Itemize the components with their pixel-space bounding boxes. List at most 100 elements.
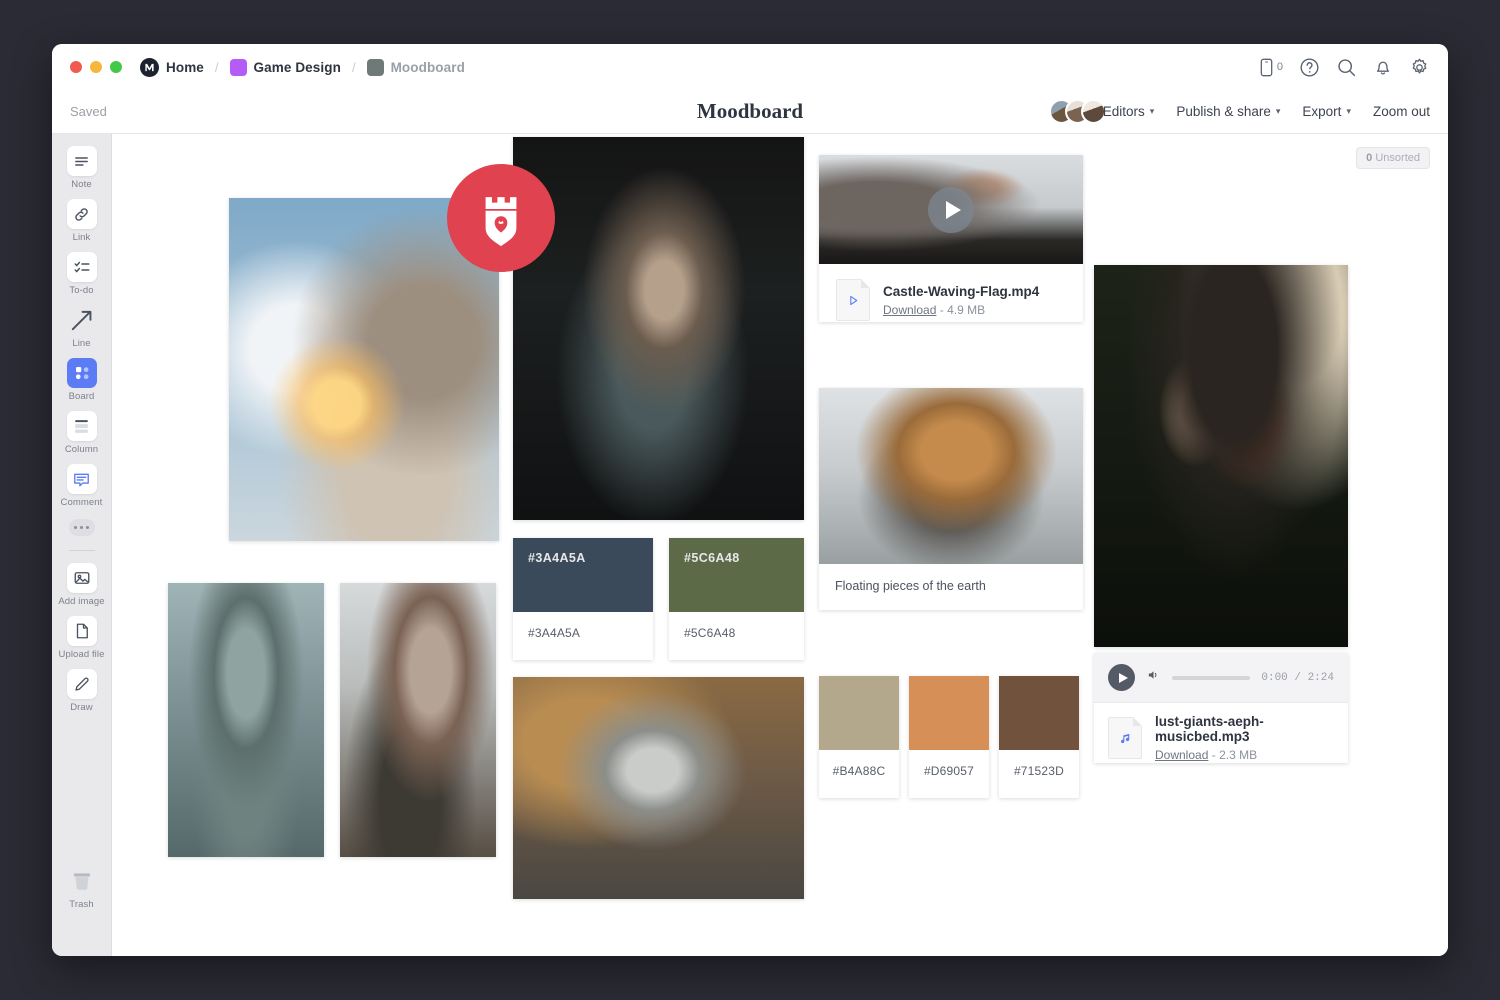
swatch-overlay-hex: #3A4A5A — [528, 551, 586, 565]
breadcrumb-item-moodboard[interactable]: Moodboard — [367, 59, 465, 76]
caption-block: Floating pieces of the earth — [819, 564, 1083, 610]
audio-file-meta: Download - 2.3 MB — [1155, 748, 1334, 762]
sidebar-tool-note[interactable]: Note — [54, 146, 110, 190]
audio-download-link[interactable]: Download — [1155, 748, 1208, 762]
board-canvas[interactable]: 0 Unsorted #3A4 — [112, 134, 1448, 956]
breadcrumb: Home / Game Design / Moodboard — [140, 58, 465, 77]
breadcrumb-item-game-design[interactable]: Game Design — [230, 59, 341, 76]
color-swatch-card-sand[interactable]: #B4A88C — [819, 676, 899, 798]
minimize-window-button[interactable] — [90, 61, 102, 73]
sidebar-tool-board[interactable]: Board — [54, 358, 110, 402]
titlebar-actions: 0 — [1259, 57, 1430, 78]
sidebar-tool-label: Upload file — [59, 649, 105, 660]
app-window: Home / Game Design / Moodboard 0 — [52, 44, 1448, 956]
sidebar-tool-label: Comment — [61, 497, 103, 508]
video-file-size: 4.9 MB — [947, 303, 985, 317]
video-download-link[interactable]: Download — [883, 303, 936, 317]
board-icon — [67, 358, 97, 388]
video-file-name: Castle-Waving-Flag.mp4 — [883, 284, 1039, 299]
volume-icon[interactable] — [1146, 668, 1161, 687]
swatch-hex-label: #B4A88C — [819, 750, 899, 792]
editors-button[interactable]: Editors ▾ — [1049, 99, 1155, 124]
close-window-button[interactable] — [70, 61, 82, 73]
export-label: Export — [1302, 104, 1341, 119]
publish-share-button[interactable]: Publish & share ▾ — [1176, 104, 1280, 119]
image-caption-card-floating-rock[interactable]: Floating pieces of the earth — [819, 388, 1083, 610]
traffic-lights — [70, 61, 122, 73]
image-card-floating-rock-formation[interactable] — [819, 388, 1083, 564]
video-file-card[interactable]: Castle-Waving-Flag.mp4 Download - 4.9 MB — [819, 155, 1083, 322]
image-card-hooded-knight-in-forest[interactable] — [168, 583, 324, 857]
sidebar-tool-trash[interactable]: Trash — [54, 866, 110, 910]
color-swatch-card-navy[interactable]: #3A4A5A #3A4A5A — [513, 538, 653, 660]
audio-file-row: lust-giants-aeph-musicbed.mp3 Download -… — [1094, 703, 1348, 773]
trash-icon — [67, 866, 97, 896]
chevron-down-icon: ▾ — [1346, 106, 1351, 117]
settings-icon[interactable] — [1409, 57, 1430, 78]
upload-file-icon — [67, 616, 97, 646]
breadcrumb-label-moodboard: Moodboard — [391, 60, 465, 75]
editors-label: Editors — [1103, 104, 1145, 119]
sidebar-tool-link[interactable]: Link — [54, 199, 110, 243]
search-icon[interactable] — [1336, 57, 1357, 78]
audio-play-button[interactable] — [1108, 664, 1135, 691]
color-swatch-card-brown[interactable]: #71523D — [999, 676, 1079, 798]
sidebar-tool-comment[interactable]: Comment — [54, 464, 110, 508]
publish-share-label: Publish & share — [1176, 104, 1271, 119]
purple-square-icon — [230, 59, 247, 76]
swatch-hex-label: #71523D — [999, 750, 1079, 792]
sidebar-tool-add-image[interactable]: Add image — [54, 563, 110, 607]
video-file-meta: Download - 4.9 MB — [883, 303, 1039, 317]
image-card-blacksmith-forging-sword[interactable] — [513, 137, 804, 520]
swatch-color-block — [909, 676, 989, 750]
sidebar-tool-label: To-do — [69, 285, 93, 296]
audio-time: 0:00 / 2:24 — [1261, 672, 1334, 684]
video-file-icon — [836, 279, 870, 321]
breadcrumb-label-home: Home — [166, 60, 204, 75]
sidebar-tool-column[interactable]: Column — [54, 411, 110, 455]
chevron-down-icon: ▾ — [1276, 106, 1281, 117]
image-card-viking-helmet-on-fur[interactable] — [513, 677, 804, 899]
image-card-warrior-woman-feather-headdress[interactable] — [1094, 265, 1348, 647]
editor-avatars — [1049, 99, 1106, 124]
video-file-row: Castle-Waving-Flag.mp4 Download - 4.9 MB — [819, 264, 1083, 336]
zoom-out-button[interactable]: Zoom out — [1373, 104, 1430, 119]
video-play-overlay[interactable] — [819, 155, 1083, 264]
swatch-overlay-hex: #5C6A48 — [684, 551, 740, 565]
chevron-down-icon: ▾ — [1150, 106, 1155, 117]
sidebar-tool-draw[interactable]: Draw — [54, 669, 110, 713]
maximize-window-button[interactable] — [110, 61, 122, 73]
audio-file-card[interactable]: 0:00 / 2:24 lust-giants-aeph-musicbed.mp… — [1094, 653, 1348, 763]
link-icon — [67, 199, 97, 229]
more-tools-button[interactable] — [69, 519, 95, 536]
zoom-out-label: Zoom out — [1373, 104, 1430, 119]
sidebar-tool-upload-file[interactable]: Upload file — [54, 616, 110, 660]
sidebar-tool-label: Add image — [58, 596, 104, 607]
sidebar-tool-label: Column — [65, 444, 98, 455]
swatch-color-block: #3A4A5A — [513, 538, 653, 612]
sidebar-tool-todo[interactable]: To-do — [54, 252, 110, 296]
sub-toolbar: Saved Moodboard Editors ▾ Publish & shar… — [52, 90, 1448, 134]
color-swatch-card-olive[interactable]: #5C6A48 #5C6A48 — [669, 538, 804, 660]
note-icon — [67, 146, 97, 176]
sidebar-divider — [69, 550, 95, 551]
audio-progress-track[interactable] — [1172, 676, 1250, 680]
audio-player[interactable]: 0:00 / 2:24 — [1094, 653, 1348, 703]
gray-square-icon — [367, 59, 384, 76]
unsorted-badge[interactable]: 0 Unsorted — [1356, 147, 1430, 169]
mobile-icon[interactable]: 0 — [1259, 58, 1283, 77]
swatch-color-block: #5C6A48 — [669, 538, 804, 612]
export-button[interactable]: Export ▾ — [1302, 104, 1351, 119]
sidebar-tool-label: Note — [71, 179, 91, 190]
help-icon[interactable] — [1299, 57, 1320, 78]
sidebar-tool-label: Line — [72, 338, 90, 349]
color-swatch-card-orange[interactable]: #D69057 — [909, 676, 989, 798]
meta-separator: - — [1212, 748, 1216, 762]
sidebar-tool-line[interactable]: Line — [54, 305, 110, 349]
image-card-carved-dragon-figurehead[interactable] — [340, 583, 496, 857]
breadcrumb-item-home[interactable]: Home — [140, 58, 204, 77]
video-thumbnail[interactable] — [819, 155, 1083, 264]
sidebar-tool-label: Trash — [69, 899, 93, 910]
notifications-icon[interactable] — [1373, 57, 1393, 77]
play-icon[interactable] — [928, 187, 974, 233]
